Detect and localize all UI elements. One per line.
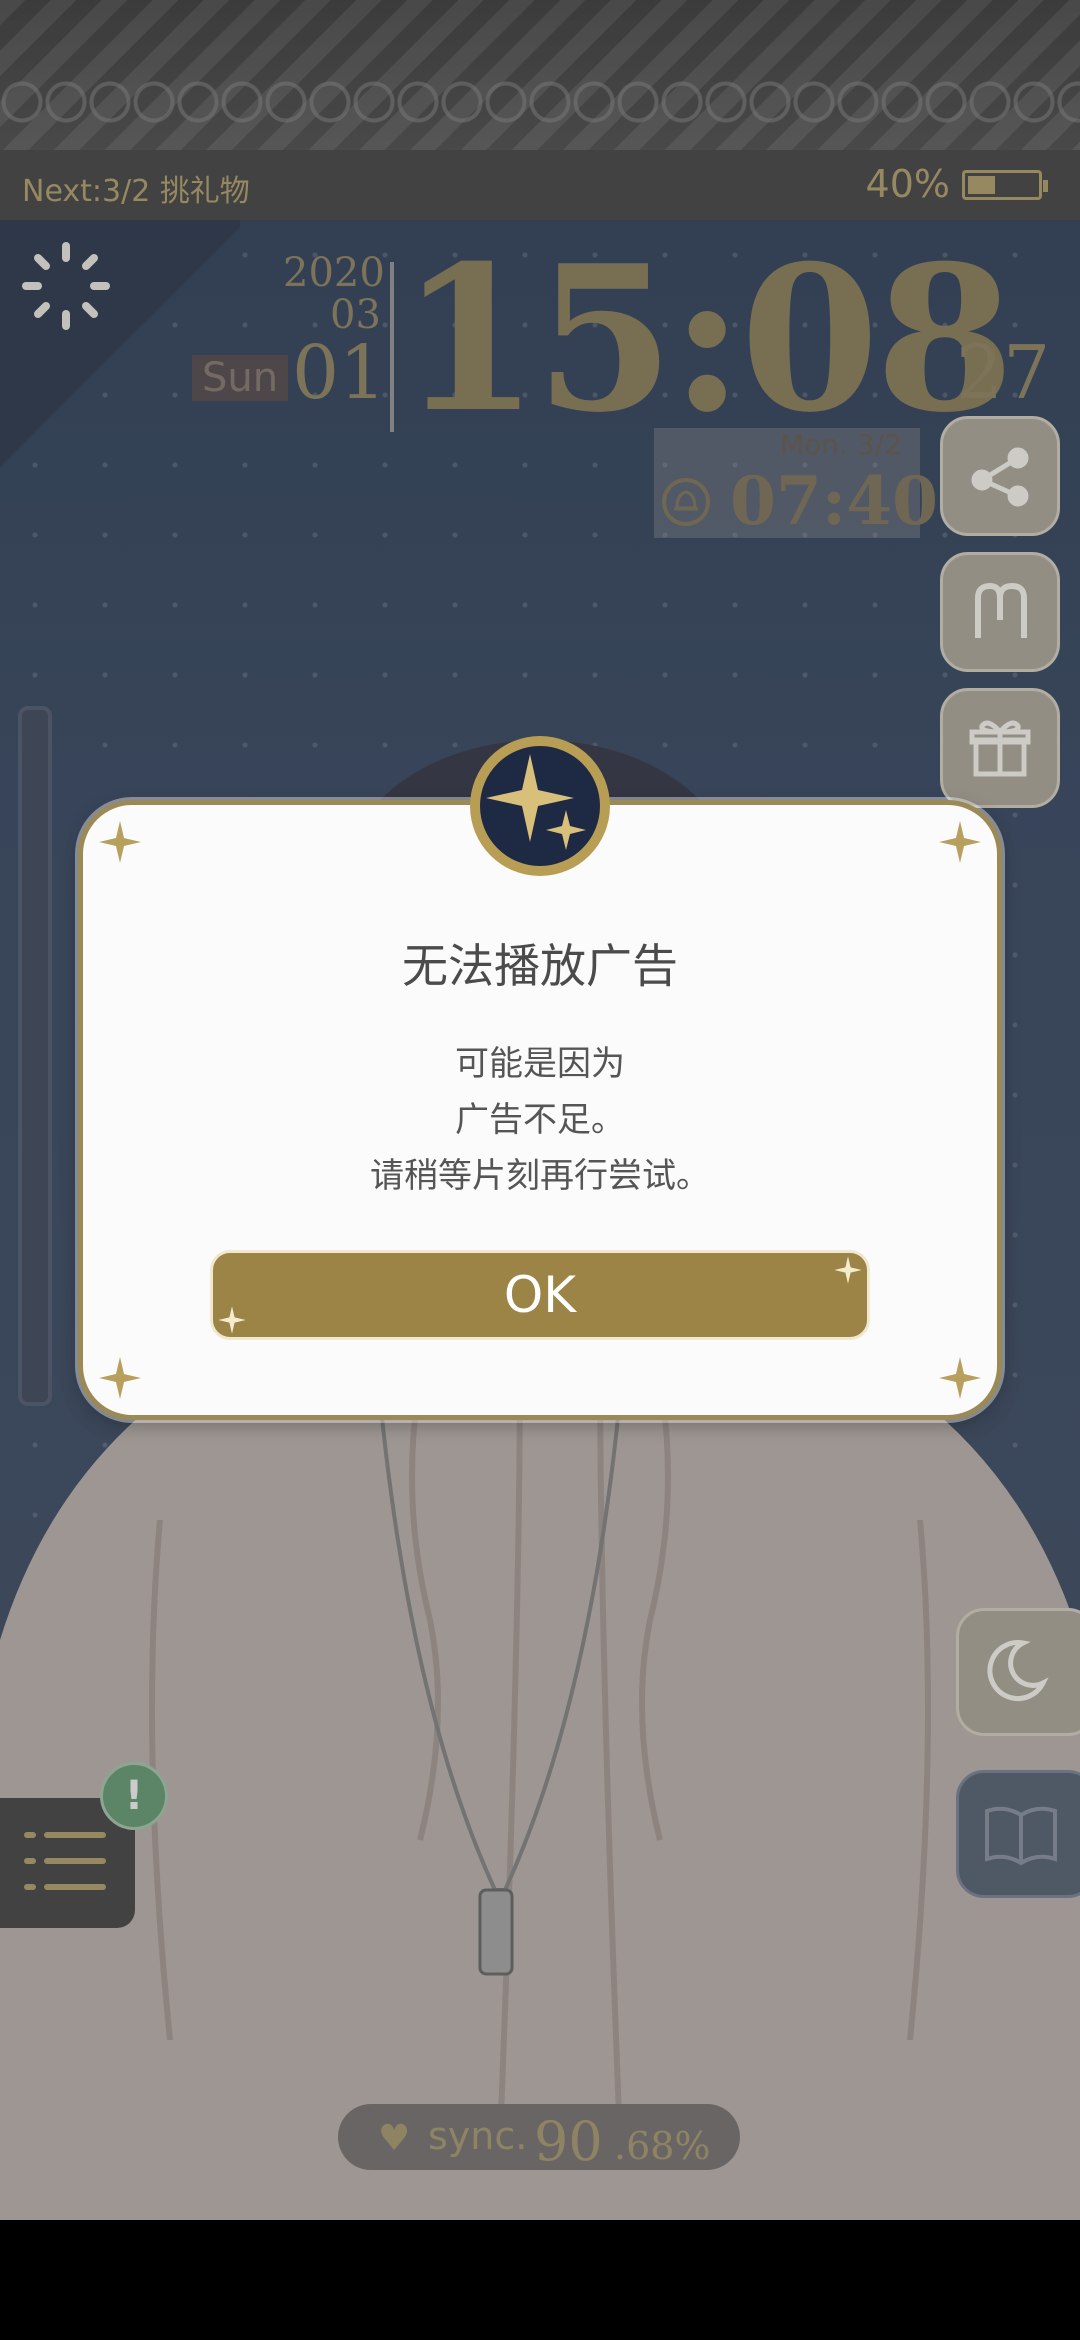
sparkle-icon <box>99 821 141 863</box>
sparkle-icon <box>218 1306 246 1334</box>
ok-button[interactable]: OK <box>210 1250 870 1340</box>
dialog-message-line: 可能是因为 <box>455 1044 625 1084</box>
star-emblem-icon <box>470 736 610 876</box>
sparkle-icon <box>939 1357 981 1399</box>
ok-button-label: OK <box>503 1266 577 1324</box>
system-navigation-area <box>0 2220 1080 2340</box>
sparkle-icon <box>99 1357 141 1399</box>
dialog-message-line: 请稍等片刻再行尝试。 <box>370 1156 710 1196</box>
sparkle-icon <box>834 1256 862 1284</box>
sparkle-icon <box>939 821 981 863</box>
dialog-message-line: 广告不足。 <box>455 1100 625 1140</box>
dialog-message: 可能是因为 广告不足。 请稍等片刻再行尝试。 <box>78 1036 1002 1204</box>
game-screen: Next:3/2 挑礼物 40% 2020 03 Sun 01 15:08 27… <box>0 0 1080 2220</box>
dialog-title: 无法播放广告 <box>402 939 678 993</box>
